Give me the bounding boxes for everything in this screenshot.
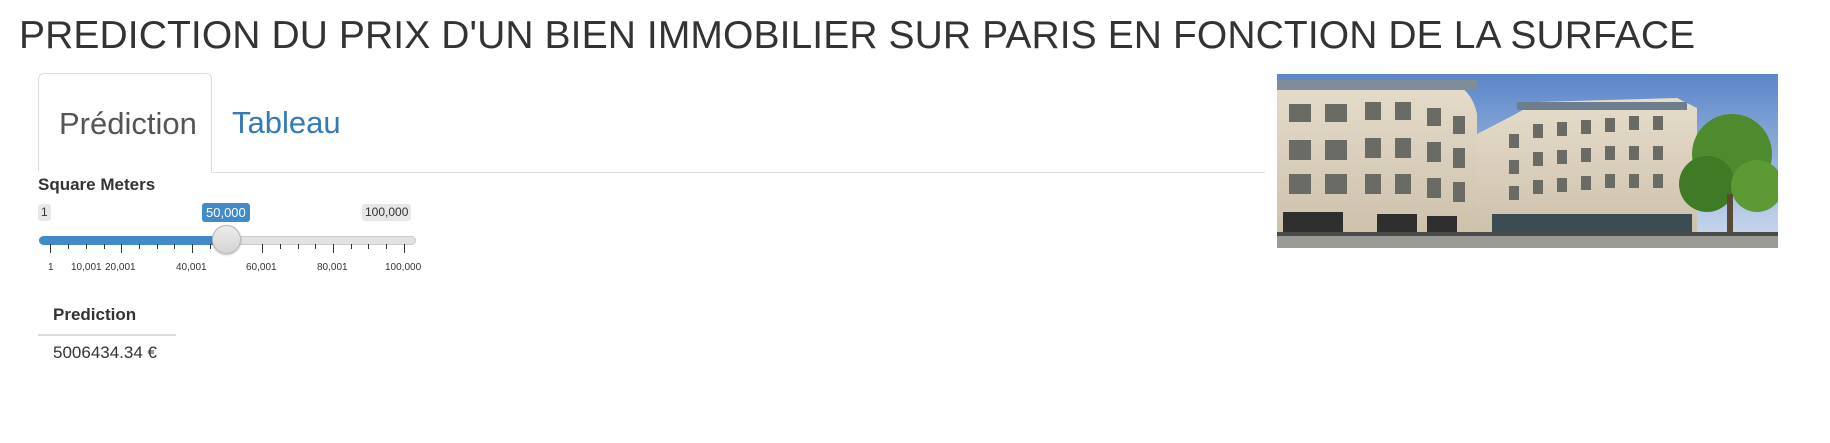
slider-tick	[386, 244, 387, 249]
slider-tick	[280, 244, 281, 249]
tab-prediction[interactable]: Prédiction	[38, 73, 212, 173]
tab-tableau[interactable]: Tableau	[212, 73, 361, 172]
prediction-value: 5006434.34 €	[53, 343, 157, 362]
slider-tick	[174, 244, 175, 249]
slider-tick	[157, 244, 158, 249]
slider-tick	[139, 244, 140, 249]
slider-tick-label: 80,001	[317, 262, 348, 273]
page-title: PREDICTION DU PRIX D'UN BIEN IMMOBILIER …	[19, 14, 1696, 57]
slider-tick	[315, 244, 316, 249]
slider-tick	[262, 244, 263, 253]
slider-max-label: 100,000	[362, 204, 412, 221]
slider-tick	[368, 244, 369, 249]
slider-handle[interactable]	[212, 225, 241, 254]
slider-tick	[333, 244, 334, 253]
slider-tick-label: 100,000	[385, 262, 422, 273]
slider-min-label: 1	[38, 204, 51, 221]
slider-tick	[68, 244, 69, 249]
slider-tick-label: 10,001	[71, 262, 102, 273]
slider-tick	[192, 244, 193, 253]
tab-bar: Prédiction Tableau	[38, 73, 1265, 173]
slider-tick-label: 40,001	[176, 262, 207, 273]
slider-tick-label: 20,001	[105, 262, 136, 273]
slider-label: Square Meters	[38, 175, 156, 194]
slider-tick	[404, 244, 405, 253]
slider-tick	[210, 244, 211, 249]
slider-tick-label: 1	[48, 262, 54, 273]
slider-tick	[50, 244, 51, 253]
slider-value-label: 50,000	[202, 203, 250, 222]
slider-tick	[86, 244, 87, 249]
paris-buildings-image	[1277, 74, 1778, 248]
slider-tick	[104, 244, 105, 249]
slider-tick	[351, 244, 352, 249]
slider-tick	[298, 244, 299, 249]
prediction-header: Prediction	[38, 303, 176, 336]
slider-tick	[121, 244, 122, 253]
slider-tick-label: 60,001	[246, 262, 277, 273]
